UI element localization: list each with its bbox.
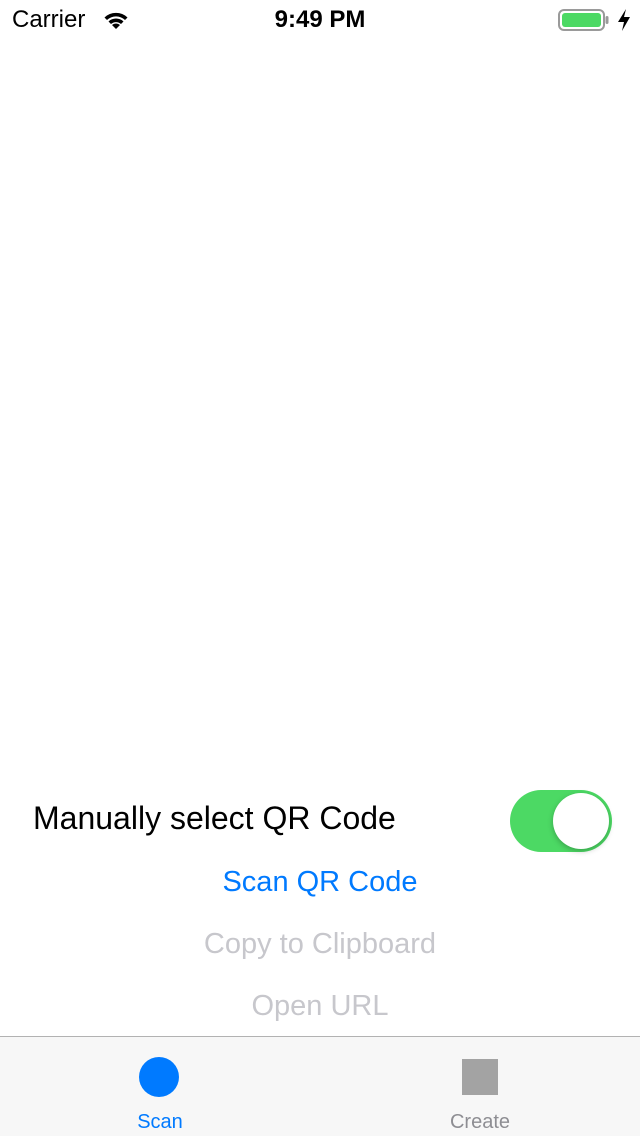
status-bar: Carrier 9:49 PM: [0, 0, 640, 40]
tab-bar: Scan Create: [0, 1036, 640, 1136]
charging-bolt-icon: [618, 9, 630, 31]
manual-select-label: Manually select QR Code: [33, 800, 396, 836]
battery-icon: [558, 9, 609, 31]
copy-to-clipboard-button[interactable]: Copy to Clipboard: [0, 928, 640, 961]
circle-icon: [139, 1057, 179, 1097]
tab-create[interactable]: Create: [320, 1037, 640, 1136]
open-url-button[interactable]: Open URL: [0, 990, 640, 1023]
tab-create-label: Create: [449, 1111, 511, 1133]
toggle-knob: [553, 793, 609, 849]
tab-scan-label: Scan: [137, 1111, 183, 1133]
status-time: 9:49 PM: [274, 6, 366, 33]
manual-select-toggle[interactable]: [510, 790, 612, 852]
tab-scan[interactable]: Scan: [0, 1037, 320, 1136]
square-icon: [462, 1059, 498, 1095]
screen: Carrier 9:49 PM Manually select QR Code …: [0, 0, 640, 1136]
scan-qr-code-button[interactable]: Scan QR Code: [0, 866, 640, 899]
